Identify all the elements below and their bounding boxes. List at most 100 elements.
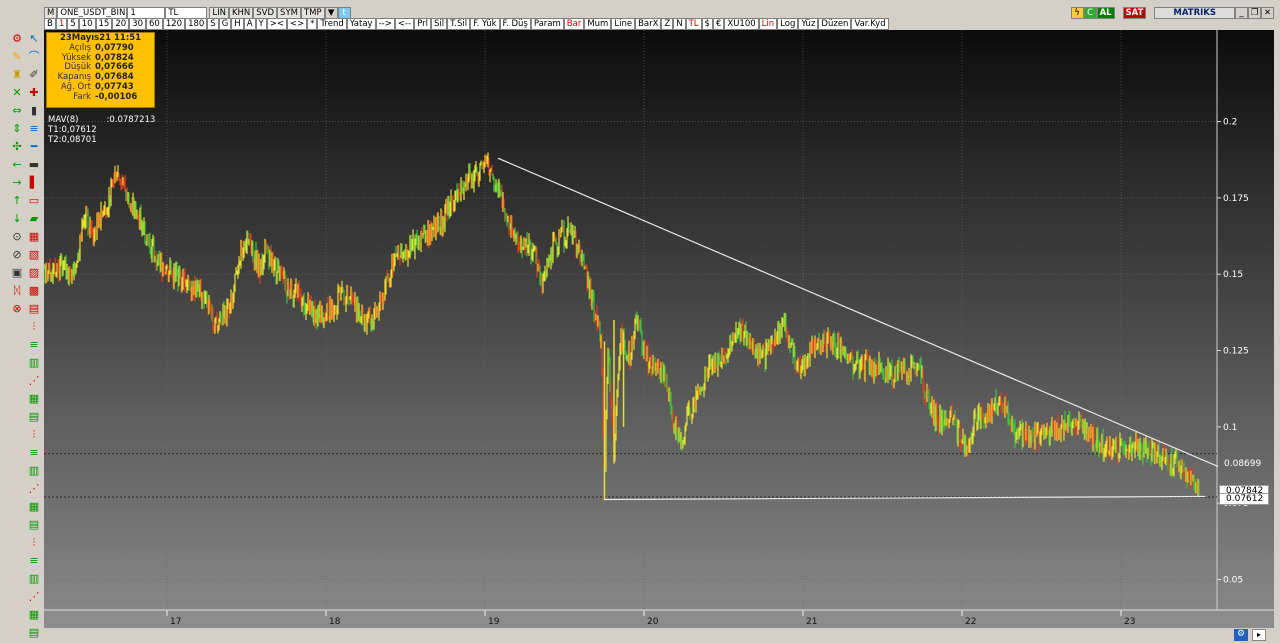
price-chart[interactable]: 0.050.0750.10.1250.150.1750.217181920212… <box>44 30 1274 628</box>
toolbar-button[interactable]: Sil <box>430 18 448 30</box>
indicator-tool-icon[interactable]: ⫶ <box>27 320 41 334</box>
drawing-tool-icon[interactable]: ▨ <box>27 266 41 280</box>
close-icon[interactable]: ✕ <box>1261 7 1274 19</box>
toolbar-button[interactable]: 15 <box>95 18 113 30</box>
drawing-tool-icon[interactable]: ⊘ <box>10 248 24 262</box>
indicator-tool-icon[interactable]: ≡ <box>27 446 41 460</box>
toolbar-button[interactable]: Lin <box>758 18 778 30</box>
toolbar-button[interactable]: G <box>218 18 232 30</box>
indicator-tool-icon[interactable]: ⋰ <box>27 590 41 604</box>
drawing-tool-icon[interactable]: ▩ <box>27 284 41 298</box>
drawing-tool-icon[interactable]: ▬ <box>27 158 41 172</box>
drawing-tool-icon[interactable]: ♜ <box>10 68 24 82</box>
lightning-icon[interactable]: ϟ <box>1070 7 1084 19</box>
drawing-tool-icon[interactable]: ↑ <box>10 194 24 208</box>
drawing-tool-icon[interactable]: ↖ <box>27 32 41 46</box>
drawing-tool-icon[interactable]: ᛞ <box>10 284 24 298</box>
toolbar-button[interactable]: F. Düş <box>499 18 531 30</box>
toolbar-button[interactable]: TL <box>685 18 702 30</box>
toolbar-button[interactable]: 60 <box>146 18 163 30</box>
indicator-tool-icon[interactable]: ⫶ <box>27 428 41 442</box>
drawing-tool-icon[interactable]: ▤ <box>27 302 41 316</box>
settings-icon[interactable]: ⚙ <box>1234 629 1248 641</box>
drawing-tool-icon[interactable]: ▮ <box>27 104 41 118</box>
indicator-tool-icon[interactable]: ▦ <box>27 608 41 622</box>
toolbar-button[interactable]: * <box>307 18 318 30</box>
indicator-tool-icon[interactable]: ▦ <box>27 392 41 406</box>
toolbar-button[interactable]: Y <box>255 18 267 30</box>
indicator-tool-icon[interactable]: ≡ <box>27 338 41 352</box>
toolbar-button[interactable]: N <box>673 18 686 30</box>
drawing-tool-icon[interactable]: ▌ <box>27 176 41 190</box>
toolbar-button[interactable]: S <box>207 18 219 30</box>
toolbar-button[interactable]: BarX <box>635 18 662 30</box>
drawing-tool-icon[interactable]: ⇔ <box>10 104 24 118</box>
drawing-tool-icon[interactable]: ⌒ <box>27 50 41 64</box>
drawing-tool-icon[interactable]: ✐ <box>27 68 41 82</box>
drawing-tool-icon[interactable]: ✎ <box>10 50 24 64</box>
drawing-tool-icon[interactable]: ▭ <box>27 194 41 208</box>
toolbar-button[interactable]: Mum <box>584 18 612 30</box>
toolbar-button[interactable]: 180 <box>185 18 208 30</box>
toolbar-button[interactable]: Prl <box>414 18 431 30</box>
refresh-icon[interactable]: C <box>1083 7 1097 19</box>
indicator-tool-icon[interactable]: ▥ <box>27 356 41 370</box>
toolbar-button[interactable]: T.Sil <box>447 18 471 30</box>
drawing-tool-icon[interactable]: ⚙ <box>10 32 24 46</box>
toolbar-button[interactable]: 120 <box>162 18 186 30</box>
toolbar-button[interactable]: Trend <box>317 18 347 30</box>
drawing-tool-icon[interactable]: ✕ <box>10 86 24 100</box>
toolbar-button[interactable]: Param <box>530 18 564 30</box>
indicator-tool-icon[interactable]: ⫶ <box>27 536 41 550</box>
toolbar-button[interactable]: F. Yük <box>470 18 500 30</box>
indicator-tool-icon[interactable]: ▤ <box>27 518 41 532</box>
drawing-tool-icon[interactable]: ≡ <box>27 122 41 136</box>
drawing-tool-icon[interactable]: ▧ <box>27 248 41 262</box>
drawing-tool-icon[interactable]: ⊗ <box>10 302 24 316</box>
toolbar-button[interactable]: € <box>712 18 725 30</box>
toolbar-button[interactable]: A <box>243 18 256 30</box>
drawing-tool-icon[interactable]: ← <box>10 158 24 172</box>
indicator-tool-icon[interactable]: ⋰ <box>27 482 41 496</box>
toolbar-button[interactable]: >< <box>266 18 287 30</box>
toolbar-button[interactable]: --> <box>375 18 395 30</box>
chart-canvas[interactable]: 0.050.0750.10.1250.150.1750.217181920212… <box>44 30 1274 628</box>
toolbar-button[interactable]: Z <box>661 18 674 30</box>
toolbar-button[interactable]: XU100 <box>724 18 759 30</box>
drawing-tool-icon[interactable]: ⇕ <box>10 122 24 136</box>
indicator-tool-icon[interactable]: ▥ <box>27 572 41 586</box>
sell-button[interactable]: SAT <box>1122 7 1147 19</box>
toolbar-button[interactable]: 1 <box>55 18 68 30</box>
toolbar-button[interactable]: H <box>231 18 244 30</box>
scroll-right-icon[interactable]: ▸ <box>1252 629 1266 641</box>
drawing-tool-icon[interactable]: ✣ <box>10 140 24 154</box>
toolbar-button[interactable]: Line <box>611 18 636 30</box>
minimize-icon[interactable]: _ <box>1235 7 1248 19</box>
toolbar-button[interactable]: 10 <box>78 18 96 30</box>
drawing-tool-icon[interactable]: ✚ <box>27 86 41 100</box>
toolbar-button[interactable]: B <box>44 18 56 30</box>
restore-icon[interactable]: ❐ <box>1248 7 1261 19</box>
toolbar-button[interactable]: <> <box>286 18 308 30</box>
drawing-tool-icon[interactable]: ▣ <box>10 266 24 280</box>
toolbar-button[interactable]: 30 <box>129 18 146 30</box>
toolbar-button[interactable]: Düzen <box>818 18 852 30</box>
drawing-tool-icon[interactable]: ▰ <box>27 212 41 226</box>
toolbar-button[interactable]: $ <box>701 18 713 30</box>
indicator-tool-icon[interactable]: ▤ <box>27 410 41 424</box>
toolbar-button[interactable]: Log <box>777 18 799 30</box>
toolbar-button[interactable]: 20 <box>112 18 130 30</box>
indicator-tool-icon[interactable]: ≡ <box>27 554 41 568</box>
toolbar-button[interactable]: Bar <box>563 18 585 30</box>
indicator-tool-icon[interactable]: ▤ <box>27 626 41 640</box>
indicator-tool-icon[interactable]: ▥ <box>27 464 41 478</box>
toolbar-button[interactable]: Yüz <box>798 18 819 30</box>
buy-button[interactable]: AL <box>1096 7 1115 19</box>
drawing-tool-icon[interactable]: ⊙ <box>10 230 24 244</box>
drawing-tool-icon[interactable]: ▦ <box>27 230 41 244</box>
toolbar-button[interactable]: Yatay <box>346 18 376 30</box>
toolbar-button[interactable]: Var.Kyd <box>851 18 889 30</box>
indicator-tool-icon[interactable]: ⋰ <box>27 374 41 388</box>
toolbar-button[interactable]: 5 <box>67 18 79 30</box>
drawing-tool-icon[interactable]: ↓ <box>10 212 24 226</box>
